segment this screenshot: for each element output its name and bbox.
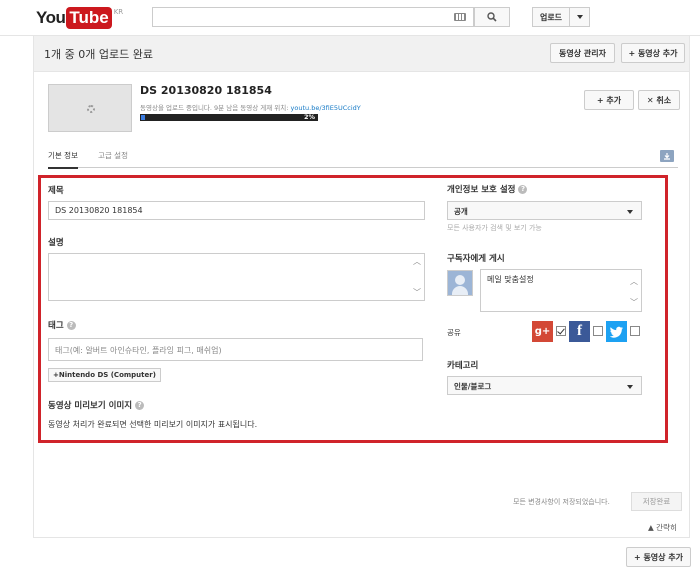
upload-menu-button[interactable] [569, 7, 590, 27]
tags-label: 태그 [48, 321, 64, 331]
subscribers-label: 구독자에게 게시 [447, 254, 505, 264]
share-label: 공유 [447, 328, 461, 337]
upload-progress-fill [141, 115, 145, 120]
title-input[interactable]: DS 20130820 181854 [48, 201, 425, 220]
avatar [447, 270, 473, 296]
avatar-head [455, 275, 465, 285]
video-title: DS 20130820 181854 [140, 84, 272, 97]
facebook-icon[interactable]: f [569, 321, 590, 342]
scroll-up-icon[interactable]: ︿ [413, 256, 421, 267]
google-plus-checkbox[interactable] [556, 326, 566, 336]
scroll-down-icon[interactable]: ﹀ [413, 287, 421, 298]
category-label: 카테고리 [447, 361, 479, 371]
thumbnail-info: 동영상 처리가 완료되면 선택한 미리보기 이미지가 표시됩니다. [48, 420, 258, 429]
subscribers-message: 메일 맞춤설정 [487, 275, 534, 284]
twitter-icon[interactable] [606, 321, 627, 342]
youtube-logo[interactable]: You Tube KR [36, 7, 123, 29]
privacy-hint: 모든 사용자가 검색 및 보기 가능 [447, 224, 542, 232]
upload-summary-bar: 1개 중 0개 업로드 완료 동영상 관리자 + 동영상 추가 [34, 36, 689, 72]
masthead: You Tube KR 업로드 [0, 0, 700, 36]
scroll-down-icon[interactable]: ﹀ [630, 297, 638, 308]
suggested-tag[interactable]: +Nintendo DS (Computer) [48, 368, 161, 382]
facebook-checkbox[interactable] [593, 326, 603, 336]
upload-progress-text: 2% [303, 113, 315, 121]
tags-placeholder: 태그(예: 알버트 아인슈타인, 플라잉 피그, 매쉬업) [55, 346, 222, 355]
tags-label-wrap: 태그? [48, 319, 76, 331]
upload-summary: 1개 중 0개 업로드 완료 [44, 48, 153, 61]
upload-button[interactable]: 업로드 [532, 7, 570, 27]
privacy-value: 공개 [454, 207, 468, 216]
video-manager-button[interactable]: 동영상 관리자 [550, 43, 615, 63]
privacy-label-wrap: 개인정보 보호 설정? [447, 183, 528, 195]
help-icon[interactable]: ? [66, 321, 76, 330]
thumbnail-label-wrap: 동영상 미리보기 이미지? [48, 399, 145, 411]
chevron-down-icon [627, 385, 633, 389]
description-textarea[interactable]: ︿ ﹀ [48, 253, 425, 301]
thumbnail-label: 동영상 미리보기 이미지 [48, 401, 133, 411]
avatar-body [452, 286, 468, 295]
twitter-checkbox[interactable] [630, 326, 640, 336]
scroll-up-icon[interactable]: ︿ [630, 276, 638, 287]
logo-tube: Tube [66, 7, 112, 29]
tab-advanced-settings[interactable]: 고급 설정 [98, 150, 128, 167]
help-icon[interactable]: ? [518, 185, 528, 194]
chevron-down-icon [576, 15, 583, 19]
add-video-button-top[interactable]: + 동영상 추가 [621, 43, 685, 63]
help-icon[interactable]: ? [135, 401, 145, 410]
collapse-link[interactable]: ▲ 간략히 [648, 522, 677, 533]
cancel-upload-button[interactable]: ✕ 취소 [638, 90, 680, 110]
keyboard-icon[interactable] [454, 13, 466, 21]
chevron-down-icon [627, 210, 633, 214]
upload-progress-bar: 2% [140, 113, 318, 121]
upload-status: 동영상을 업로드 중입니다. 9분 남음 동영상 게재 위치: youtu.be… [140, 102, 361, 112]
video-thumbnail [48, 84, 132, 132]
download-icon[interactable] [660, 150, 674, 162]
tags-input[interactable]: 태그(예: 알버트 아인슈타인, 플라잉 피그, 매쉬업) [48, 338, 423, 361]
google-plus-icon[interactable]: g+ [532, 321, 553, 342]
settings-tabs: 기본 정보 고급 설정 [48, 150, 678, 169]
add-to-playlist-button[interactable]: + 추가 [584, 90, 634, 110]
tab-basic-info[interactable]: 기본 정보 [48, 150, 78, 169]
description-label: 설명 [48, 238, 64, 248]
logo-you: You [36, 8, 66, 27]
upload-status-text: 동영상을 업로드 중입니다. 9분 남음 동영상 게재 위치: [140, 104, 291, 112]
subscribers-message-textarea[interactable]: 메일 맞춤설정 ︿ ﹀ [480, 269, 642, 312]
loading-spinner-icon [87, 105, 95, 113]
save-button[interactable]: 저장완료 [631, 492, 682, 511]
privacy-select[interactable]: 공개 [447, 201, 642, 220]
search-input[interactable] [152, 7, 474, 27]
search-icon [487, 12, 497, 22]
logo-region: KR [113, 8, 124, 16]
save-status: 모든 변경사항이 저장되었습니다. [513, 498, 610, 506]
add-video-button-bottom[interactable]: + 동영상 추가 [626, 547, 691, 567]
category-select[interactable]: 인물/블로그 [447, 376, 642, 395]
search-button[interactable] [474, 7, 510, 27]
video-link[interactable]: youtu.be/3fiE5UCcidY [291, 104, 361, 112]
privacy-label: 개인정보 보호 설정 [447, 185, 516, 195]
category-value: 인물/블로그 [454, 382, 492, 391]
title-label: 제목 [48, 186, 64, 196]
